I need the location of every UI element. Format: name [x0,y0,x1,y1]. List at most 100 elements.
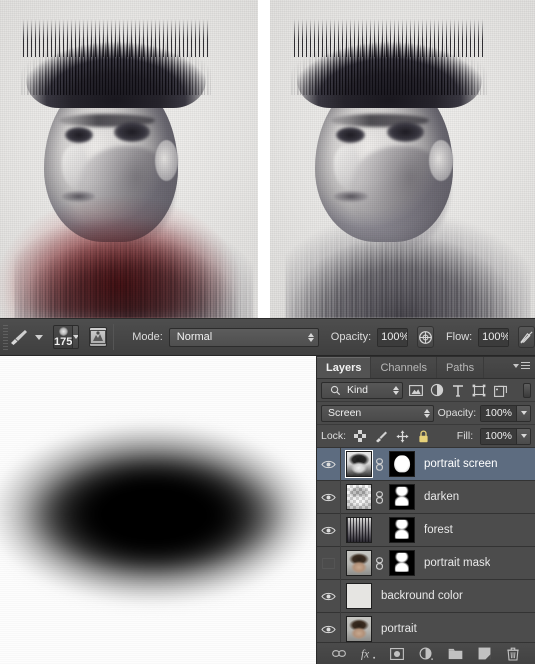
layer-visibility-toggle[interactable] [317,513,341,547]
layer-name[interactable]: portrait mask [424,557,490,569]
tab-channels[interactable]: Channels [371,357,437,378]
adjustment-layer-icon[interactable] [418,646,434,662]
layer-thumbnail[interactable] [346,550,372,576]
layer-opacity-chevron-down-icon[interactable] [516,405,530,421]
photoshop-screenshot: 175 Mode: Normal Opacity: 100% Flow: 100… [0,0,535,664]
portrait-final-art [270,0,535,318]
tab-channels-label: Channels [380,361,427,374]
layer-visibility-toggle[interactable] [317,612,341,642]
eye-icon [321,526,336,534]
layer-mask-link-icon[interactable] [374,556,385,570]
image-filter-icon[interactable] [408,382,424,398]
table-row[interactable]: portrait [317,612,535,642]
ear-shape [429,139,453,182]
panel-tab-bar: Layers Channels Paths [317,357,535,379]
layer-name[interactable]: backround color [381,590,463,602]
layer-name[interactable]: darken [424,491,459,503]
table-row[interactable]: portrait mask [317,546,535,580]
brush-size-field[interactable]: 175 [54,326,73,348]
layer-visibility-toggle[interactable] [317,480,341,514]
brush-size-control[interactable]: 175 [53,325,80,349]
filter-kind-value: Kind [347,384,369,396]
table-row[interactable]: forest [317,513,535,547]
options-bar-grip[interactable] [2,324,9,350]
opacity-control[interactable]: 100% [377,327,408,347]
layer-visibility-toggle[interactable] [317,546,341,580]
lock-row: Lock: Fill: 100% [317,425,535,448]
layer-fill-chevron-down-icon[interactable] [516,428,530,444]
brush-preset-icon[interactable] [8,326,30,348]
layer-thumbnail[interactable] [346,484,372,510]
layer-opacity-value[interactable]: 100% [481,405,516,421]
tab-layers[interactable]: Layers [317,357,372,378]
filter-kind-select[interactable]: Kind [321,381,403,399]
lock-position-icon[interactable] [395,429,409,443]
brush-preset-chevron-down-icon[interactable] [35,334,44,340]
mouth-shadow [333,190,369,202]
brush-panel-toggle-icon[interactable] [89,327,108,347]
link-layers-icon[interactable] [331,646,347,662]
forest-treetops [23,19,209,58]
smart-object-filter-icon[interactable] [492,382,508,398]
layer-mask-thumbnail[interactable] [389,484,415,510]
blend-mode-row: Screen Opacity: 100% [317,402,535,425]
lock-transparent-pixels-icon[interactable] [353,429,367,443]
airbrush-icon[interactable] [416,326,434,348]
layer-mask-link-icon[interactable] [374,457,385,471]
layer-thumbnail[interactable] [346,583,372,609]
new-group-icon[interactable] [447,646,463,662]
layers-panel-footer: fx [317,642,535,664]
layer-mask-thumbnail[interactable] [389,550,415,576]
brush-size-value: 175 [54,336,73,348]
layer-style-fx-icon[interactable]: fx [360,646,376,662]
layer-blend-mode-select[interactable]: Screen [321,404,434,422]
delete-layer-icon[interactable] [505,646,521,662]
layer-fill-control[interactable]: 100% [480,427,531,445]
layers-list[interactable]: portrait screen darken forest portrait m… [317,448,535,642]
right-eye [113,122,150,142]
table-row[interactable]: portrait screen [317,448,535,481]
canvas-right-image[interactable] [270,0,535,318]
brush-options-bar: 175 Mode: Normal Opacity: 100% Flow: 100… [0,318,535,356]
brush-size-chevron-down-icon[interactable] [72,326,79,348]
opacity-value[interactable]: 100% [378,328,407,346]
layer-thumbnail[interactable] [346,616,372,642]
layer-name[interactable]: portrait [381,623,417,635]
flow-control[interactable]: 100% [478,327,509,347]
layer-blend-mode-value: Screen [328,407,362,419]
lock-image-pixels-icon[interactable] [374,429,388,443]
table-row[interactable]: backround color [317,579,535,613]
layer-thumbnail[interactable] [346,451,372,477]
layer-name[interactable]: forest [424,524,453,536]
layer-mask-thumbnail[interactable] [389,517,415,543]
layer-visibility-toggle[interactable] [317,579,341,613]
fill-label: Fill: [456,430,474,442]
shape-filter-icon[interactable] [471,382,487,398]
tab-paths[interactable]: Paths [437,357,485,378]
layer-visibility-toggle[interactable] [317,448,341,481]
pressure-size-icon[interactable] [518,326,535,348]
add-layer-mask-icon[interactable] [389,646,405,662]
layer-thumbnail[interactable] [346,517,372,543]
lock-all-icon[interactable] [416,429,430,443]
options-divider [113,324,115,350]
new-layer-icon[interactable] [476,646,492,662]
layer-mask-link-icon[interactable] [374,490,385,504]
type-filter-icon[interactable] [450,382,466,398]
layer-mask-thumbnail[interactable] [389,451,415,477]
mask-blob-preview-canvas[interactable] [0,356,316,664]
filter-enable-toggle[interactable] [523,382,531,398]
right-eye [386,122,424,142]
nose-highlight [333,146,361,188]
flow-value[interactable]: 100% [479,328,509,346]
canvas-left-image[interactable] [0,0,258,318]
blend-mode-select[interactable]: Normal [168,327,319,347]
tab-layers-label: Layers [326,361,362,374]
adjustment-filter-icon[interactable] [429,382,445,398]
layer-name[interactable]: portrait screen [424,458,498,470]
panel-menu-icon[interactable] [513,362,530,369]
select-arrows-icon [307,332,314,342]
layer-fill-value[interactable]: 100% [481,428,516,444]
layer-opacity-control[interactable]: 100% [480,404,531,422]
table-row[interactable]: darken [317,480,535,514]
